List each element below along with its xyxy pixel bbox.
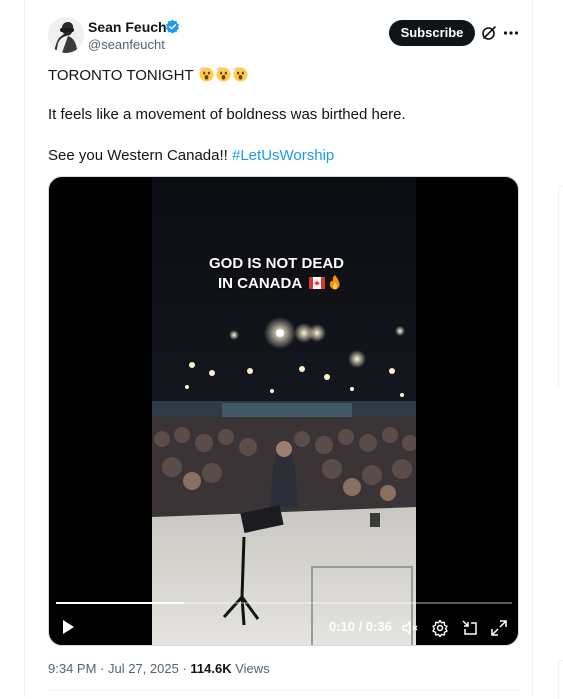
video-frame	[152, 177, 416, 645]
tweet-text-2: It feels like a movement of boldness was…	[48, 106, 406, 123]
video-player[interactable]: GOD IS NOT DEAD IN CANADA 0:10 / 0:36	[48, 176, 519, 646]
verified-badge-icon	[166, 19, 179, 34]
tweet-line-1: TORONTO TONIGHT	[48, 66, 249, 86]
video-caption-text-2: IN CANADA	[218, 275, 302, 292]
author-handle[interactable]: @seanfeucht	[88, 37, 165, 53]
video-time-separator: /	[355, 619, 366, 634]
video-caption-line-2: IN CANADA	[218, 274, 418, 294]
page-left-border	[24, 0, 25, 698]
astonished-face-icon	[199, 67, 215, 82]
video-progress-fill	[56, 602, 184, 604]
astonished-face-icon	[233, 67, 249, 82]
tweet-date[interactable]: Jul 27, 2025	[108, 661, 179, 676]
tweet-text-1: TORONTO TONIGHT	[48, 67, 194, 84]
video-caption-line-1: GOD IS NOT DEAD	[209, 255, 345, 272]
hashtag-link[interactable]: #LetUsWorship	[232, 147, 334, 164]
video-progress-bar[interactable]	[56, 602, 512, 604]
tweet-metadata: 9:34 PM · Jul 27, 2025 · 114.6K Views	[48, 660, 270, 678]
tweet-text-3: See you Western Canada!!	[48, 147, 232, 164]
play-icon[interactable]	[59, 618, 77, 636]
tweet-line-3: See you Western Canada!! #LetUsWorship	[48, 146, 334, 166]
avatar[interactable]	[48, 17, 84, 53]
canada-flag-icon	[308, 277, 325, 289]
avatar-image	[48, 17, 84, 53]
page-right-border	[532, 0, 533, 698]
video-current-time: 0:10	[329, 619, 356, 634]
fullscreen-icon[interactable]	[490, 619, 508, 637]
video-duration: 0:36	[365, 619, 392, 634]
fire-icon	[329, 275, 340, 290]
footer-divider	[48, 690, 519, 691]
astonished-face-icon	[216, 67, 232, 82]
meta-separator: ·	[96, 661, 108, 676]
author-name[interactable]: Sean Feucht	[88, 18, 171, 36]
minimize-icon[interactable]	[461, 619, 479, 637]
views-label: Views	[231, 661, 270, 676]
more-icon[interactable]	[502, 24, 520, 42]
views-count: 114.6K	[190, 661, 232, 676]
settings-icon[interactable]	[431, 619, 449, 637]
meta-separator: ·	[178, 661, 191, 676]
subscribe-button[interactable]: Subscribe	[389, 20, 475, 46]
grok-icon[interactable]	[480, 24, 498, 42]
adjacent-card-edge	[558, 186, 563, 387]
tweet-time[interactable]: 9:34 PM	[48, 661, 96, 676]
adjacent-card-edge	[558, 660, 563, 699]
video-time: 0:10 / 0:36	[329, 619, 392, 635]
mute-icon[interactable]	[401, 619, 419, 637]
